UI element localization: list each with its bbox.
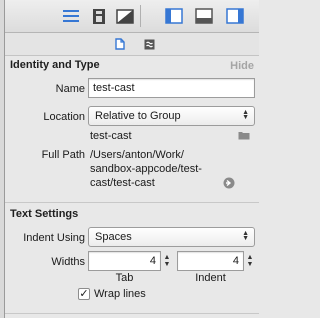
reveal-in-finder-icon[interactable] [223,177,235,192]
quick-help-icon[interactable] [142,37,156,51]
wrap-lines-label[interactable]: Wrap lines [94,287,146,301]
indent-using-label: Indent Using [23,232,85,244]
indent-using-popup[interactable]: Spaces ▲ ▼ [88,227,255,247]
name-label: Name [55,83,85,95]
file-inspector-icon[interactable] [113,37,127,51]
widths-label: Widths [51,256,85,268]
wrap-lines-checkbox[interactable]: ✓ [78,288,90,300]
indent-width-stepper[interactable]: ▲ ▼ [245,251,255,271]
hide-link[interactable]: Hide [230,60,254,72]
location-path: test-cast [90,130,132,142]
toolbar [5,0,259,33]
location-popup[interactable]: Relative to Group ▲ ▼ [88,106,255,126]
indent-width-field[interactable]: 4 [177,251,244,271]
toolbar-separator [140,5,141,27]
tab-width-field[interactable]: 4 [88,251,161,271]
full-path-label: Full Path [41,149,85,161]
section-divider [5,202,259,203]
tab-width-stepper[interactable]: ▲ ▼ [162,251,172,271]
indent-width-label: Indent [195,272,226,284]
text-settings-title: Text Settings [10,208,79,220]
inspector-icon[interactable] [115,6,135,26]
inspector-tab-bar [5,33,259,56]
full-path-line-2: sandbox-appcode/test- [90,163,202,175]
name-field[interactable]: test-cast [88,78,255,98]
debug-area-toggle-icon[interactable] [194,6,214,26]
identity-type-title: Identity and Type [10,59,100,71]
checkmark-icon: ✓ [79,287,89,300]
navigator-toggle-icon[interactable] [164,6,184,26]
folder-icon[interactable] [238,130,250,143]
utilities-toggle-icon[interactable] [225,6,245,26]
editor-standard-icon[interactable] [61,6,81,26]
section-divider [5,313,259,314]
full-path-line-1: /Users/anton/Work/ [90,149,184,161]
tab-width-label: Tab [115,272,134,284]
location-label: Location [43,111,85,123]
indent-using-value: Spaces [95,231,132,243]
popup-arrows-icon: ▲ ▼ [242,230,249,242]
location-value: Relative to Group [95,110,181,122]
popup-arrows-icon: ▲ ▼ [242,109,249,121]
full-path-line-3: cast/test-cast [90,177,155,189]
library-icon[interactable] [89,6,109,26]
